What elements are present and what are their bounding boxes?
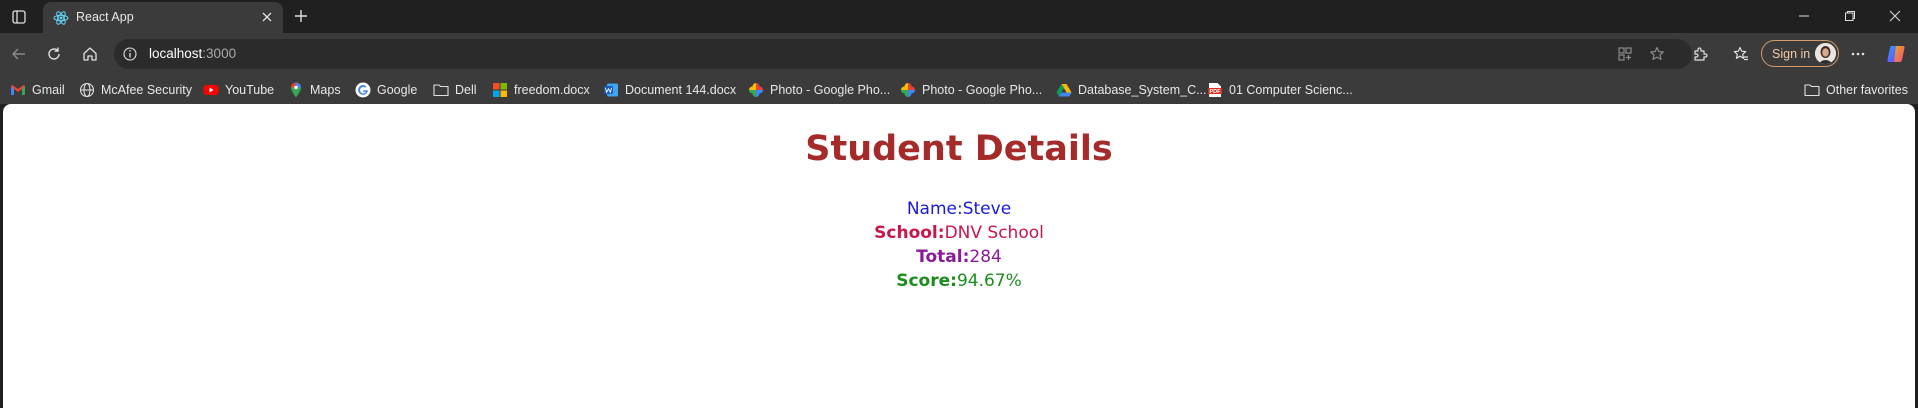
student-details-list: Name:Steve School:DNV School Total:284 S… <box>3 197 1915 293</box>
restore-icon[interactable] <box>1827 0 1873 32</box>
google-drive-icon <box>1056 82 1072 98</box>
gmail-icon <box>10 82 26 98</box>
word-icon <box>603 82 619 98</box>
home-icon[interactable] <box>77 41 103 67</box>
tab-title: React App <box>76 10 134 24</box>
favorite-label: 01 Computer Scienc... <box>1229 82 1353 97</box>
copilot-icon[interactable] <box>1884 41 1910 67</box>
total-label: Total: <box>916 247 970 267</box>
close-tab-icon[interactable] <box>259 9 275 25</box>
folder-icon <box>1804 82 1820 98</box>
student-details-card: Student Details Name:Steve School:DNV Sc… <box>3 104 1915 293</box>
app-available-icon[interactable] <box>1616 45 1634 63</box>
tab-strip: React App <box>0 0 1918 33</box>
sign-in-button[interactable]: Sign in <box>1761 40 1839 67</box>
name-label: Name: <box>906 199 963 219</box>
page-title: Student Details <box>805 129 1113 169</box>
globe-icon <box>79 82 95 98</box>
favorite-computer-science-pdf[interactable]: PDF 01 Computer Scienc... <box>1207 80 1353 99</box>
favorite-label: Maps <box>310 82 341 97</box>
favorite-database-system[interactable]: Database_System_C... <box>1056 80 1207 99</box>
favorite-mcafee[interactable]: McAfee Security <box>79 80 192 99</box>
school-value: DNV School <box>944 223 1044 243</box>
react-icon <box>53 10 69 26</box>
favorite-star-icon[interactable] <box>1648 45 1666 63</box>
sign-in-label: Sign in <box>1772 47 1811 61</box>
favorite-maps[interactable]: Maps <box>288 80 341 99</box>
school-label: School: <box>874 223 945 243</box>
favorite-label: freedom.docx <box>514 82 590 97</box>
svg-text:PDF: PDF <box>1210 88 1222 94</box>
tab-actions-icon[interactable] <box>8 6 30 28</box>
favorite-label: McAfee Security <box>101 82 193 97</box>
favorite-label: Dell <box>455 82 477 97</box>
browser-window: React App localhost:3000 Sign in Gmail M… <box>0 0 1918 408</box>
favorite-label: Photo - Google Pho... <box>922 82 1043 97</box>
address-bar[interactable]: localhost:3000 <box>114 39 1692 69</box>
google-icon <box>355 82 371 98</box>
youtube-icon <box>203 82 219 98</box>
favorite-youtube[interactable]: YouTube <box>203 80 274 99</box>
page-viewport: Student Details Name:Steve School:DNV Sc… <box>3 104 1915 408</box>
favorite-document-144[interactable]: Document 144.docx <box>603 80 736 99</box>
favorite-google[interactable]: Google <box>355 80 417 99</box>
other-favorites[interactable]: Other favorites <box>1804 80 1908 99</box>
score-row: Score:94.67% <box>3 269 1915 293</box>
microsoft-icon <box>492 82 508 98</box>
more-options-icon[interactable] <box>1845 41 1871 67</box>
total-value: 284 <box>969 247 1002 267</box>
back-icon[interactable] <box>6 41 32 67</box>
favorite-freedom-docx[interactable]: freedom.docx <box>492 80 590 99</box>
score-value: 94.67% <box>956 271 1022 291</box>
favorite-label: YouTube <box>225 82 275 97</box>
favorites-icon[interactable] <box>1728 41 1754 67</box>
score-label: Score: <box>896 271 957 291</box>
other-favorites-label: Other favorites <box>1826 82 1908 97</box>
favorite-google-photo-1[interactable]: Photo - Google Pho... <box>748 80 890 99</box>
name-row: Name:Steve <box>3 197 1915 221</box>
google-photos-icon <box>900 82 916 98</box>
favorite-label: Gmail <box>32 82 65 97</box>
favorite-label: Google <box>377 82 418 97</box>
refresh-icon[interactable] <box>41 41 67 67</box>
toolbar: localhost:3000 Sign in <box>0 33 1918 75</box>
favorite-dell[interactable]: Dell <box>433 80 477 99</box>
folder-icon <box>433 82 449 98</box>
favorite-label: Photo - Google Pho... <box>770 82 891 97</box>
favorite-label: Document 144.docx <box>625 82 737 97</box>
favorite-google-photo-2[interactable]: Photo - Google Pho... <box>900 80 1042 99</box>
total-row: Total:284 <box>3 245 1915 269</box>
extensions-icon[interactable] <box>1687 41 1713 67</box>
close-window-icon[interactable] <box>1872 0 1918 32</box>
name-value: Steve <box>962 199 1012 219</box>
url-text[interactable]: localhost:3000 <box>149 46 236 61</box>
favorites-bar: Gmail McAfee Security YouTube Maps Googl… <box>0 75 1918 104</box>
maps-icon <box>288 82 304 98</box>
tab-react-app[interactable]: React App <box>43 2 283 33</box>
pdf-icon: PDF <box>1207 82 1223 98</box>
favorite-gmail[interactable]: Gmail <box>10 80 65 99</box>
minimize-icon[interactable] <box>1781 0 1827 32</box>
new-tab-icon[interactable] <box>290 5 312 27</box>
url-port: :3000 <box>202 46 237 61</box>
url-host: localhost <box>149 46 203 61</box>
avatar <box>1815 43 1836 64</box>
favorite-label: Database_System_C... <box>1078 82 1207 97</box>
site-info-icon[interactable] <box>122 46 138 62</box>
school-row: School:DNV School <box>3 221 1915 245</box>
google-photos-icon <box>748 82 764 98</box>
